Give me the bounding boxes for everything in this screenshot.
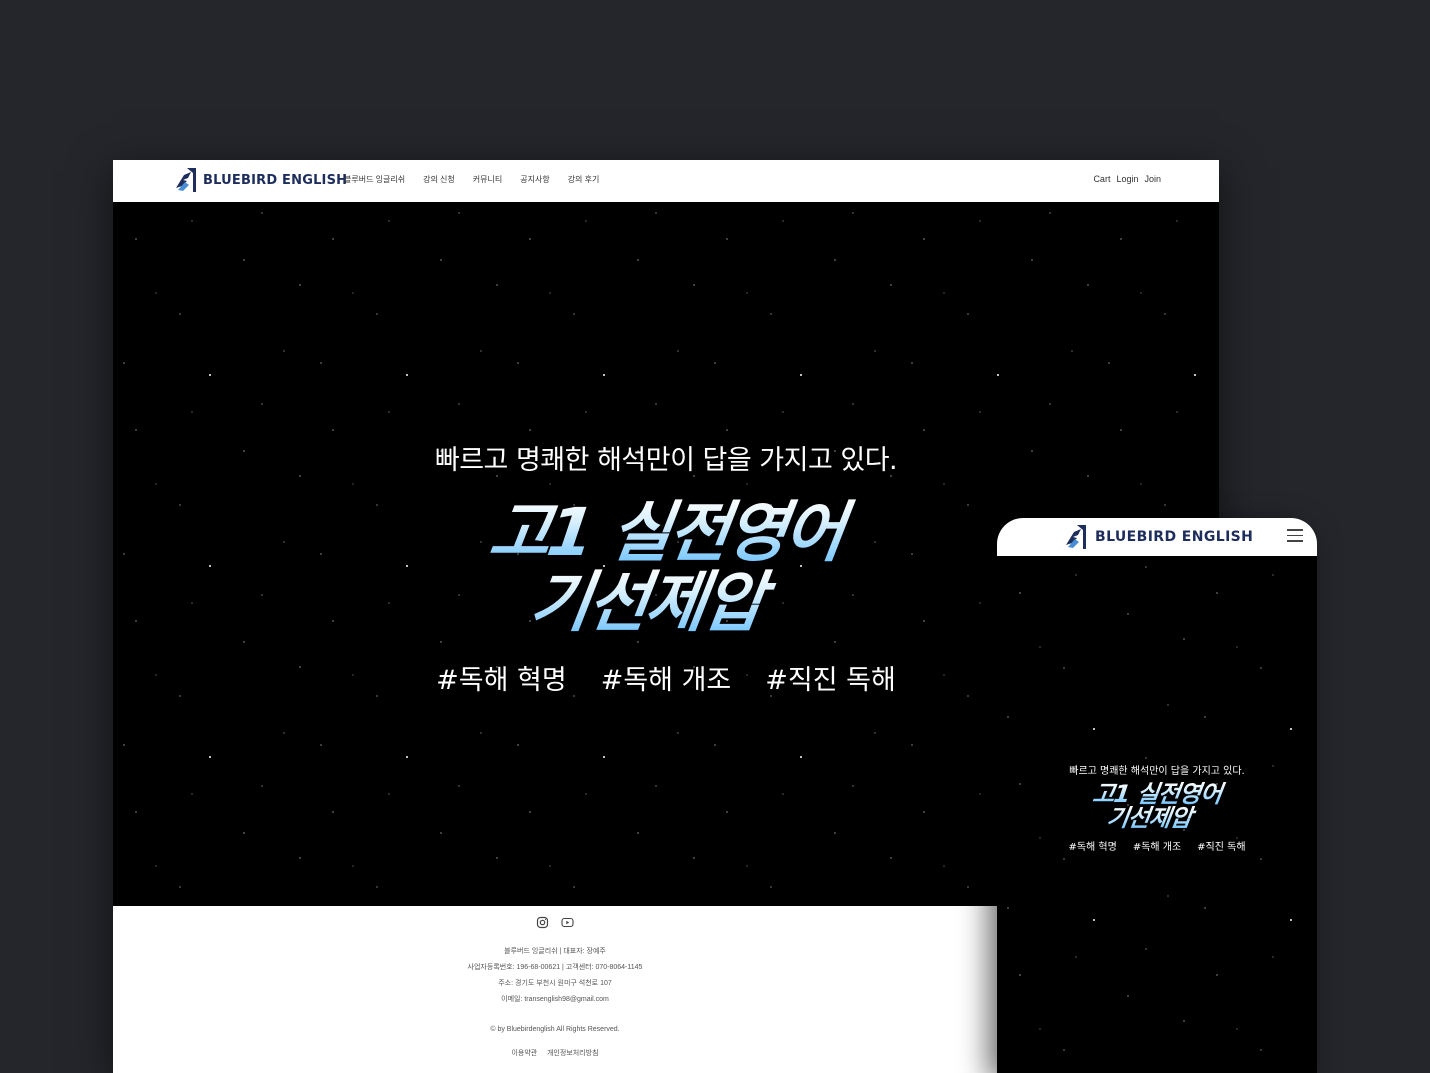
- footer-address: 주소: 경기도 부천시 원미구 석천로 107: [498, 980, 612, 987]
- desktop-header: BLUEBIRD ENGLISH 블루버드 잉글리쉬 강의 신청 커뮤니티 공지…: [113, 160, 1219, 202]
- mobile-logo[interactable]: BLUEBIRD ENGLISH: [1064, 523, 1253, 551]
- instagram-icon[interactable]: [536, 916, 549, 929]
- bluebird-logo-icon: [1066, 525, 1086, 549]
- nav-item-course-apply[interactable]: 강의 신청: [423, 174, 455, 185]
- footer: 블루버드 잉글리쉬 | 대표자: 장예주 사업자등록번호: 196-68-006…: [113, 906, 997, 1073]
- terms-link[interactable]: 이용약관: [511, 1050, 537, 1057]
- main-nav: 블루버드 잉글리쉬 강의 신청 커뮤니티 공지사항 강의 후기: [344, 174, 617, 185]
- hero-tag: #독해 혁명: [436, 665, 567, 696]
- mobile-hero-title-line1: 고1 실전영어: [997, 780, 1317, 808]
- bluebird-logo-icon: [176, 168, 196, 192]
- mobile-hero-subtitle: 빠르고 명쾌한 해석만이 답을 가지고 있다.: [1069, 766, 1245, 777]
- hero-tag: #직진 독해: [1197, 842, 1246, 853]
- privacy-link[interactable]: 개인정보처리방침: [547, 1050, 599, 1057]
- hero-tag: #직진 독해: [765, 665, 896, 696]
- mobile-header: BLUEBIRD ENGLISH: [997, 518, 1317, 556]
- join-link[interactable]: Join: [1144, 174, 1161, 184]
- mobile-mockup: BLUEBIRD ENGLISH 빠르고 명쾌한 해석만이 답을 가지고 있다.…: [997, 518, 1317, 1073]
- social-links: [113, 916, 997, 929]
- nav-item-community[interactable]: 커뮤니티: [473, 174, 502, 185]
- nav-item-reviews[interactable]: 강의 후기: [568, 174, 600, 185]
- youtube-icon[interactable]: [561, 916, 574, 929]
- hero-subtitle: 빠르고 명쾌한 해석만이 답을 가지고 있다.: [434, 445, 898, 476]
- footer-business: 사업자등록번호: 196-68-00621 | 고객센터: 070-8064-1…: [467, 964, 643, 971]
- mobile-hero-banner: 빠르고 명쾌한 해석만이 답을 가지고 있다. 고1 실전영어 기선제압 #독해…: [997, 556, 1317, 1073]
- hero-tag: #독해 개조: [1132, 842, 1182, 853]
- logo[interactable]: BLUEBIRD ENGLISH: [174, 166, 347, 194]
- footer-email: 이메일: transenglish98@gmail.com: [501, 996, 609, 1003]
- nav-item-notice[interactable]: 공지사항: [520, 174, 549, 185]
- nav-item-bluebird[interactable]: 블루버드 잉글리쉬: [344, 174, 405, 185]
- brand-name: BLUEBIRD ENGLISH: [1095, 529, 1254, 545]
- mobile-hero-title-line2: 기선제압: [997, 804, 1311, 832]
- util-nav: Cart Login Join: [1093, 174, 1161, 184]
- login-link[interactable]: Login: [1116, 174, 1138, 184]
- hero-tag: #독해 혁명: [1068, 842, 1117, 853]
- cart-link[interactable]: Cart: [1093, 174, 1110, 184]
- hamburger-menu-icon[interactable]: [1287, 529, 1303, 543]
- footer-links: 이용약관 개인정보처리방침: [113, 1048, 997, 1058]
- hero-tag: #독해 개조: [600, 665, 732, 696]
- mobile-hero-tags: #독해 혁명 #독해 개조 #직진 독해: [997, 838, 1317, 853]
- brand-name: BLUEBIRD ENGLISH: [203, 172, 348, 188]
- footer-copyright: © by Bluebirdenglish All Rights Reserved…: [490, 1026, 620, 1033]
- footer-company: 블루버드 잉글리쉬 | 대표자: 장예주: [504, 948, 606, 955]
